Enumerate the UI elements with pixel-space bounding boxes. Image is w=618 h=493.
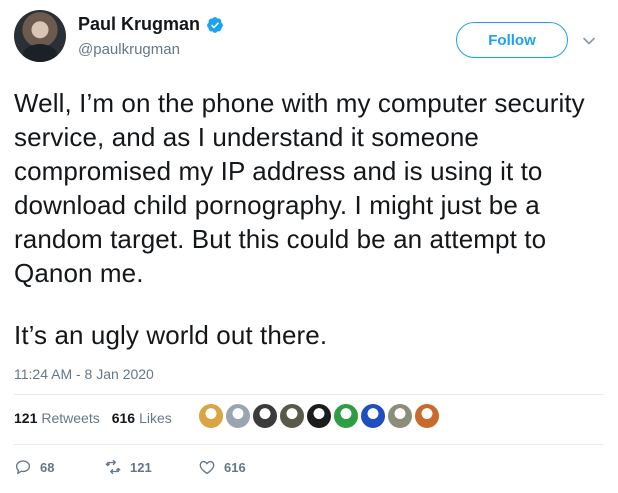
tweet-card: Paul Krugman @paulkrugman Follow Well, I… — [0, 0, 618, 493]
retweet-icon — [105, 459, 121, 475]
avatar-flower-icon[interactable] — [414, 403, 440, 429]
retweets-label: Retweets — [41, 410, 100, 426]
avatar-dog-icon[interactable] — [198, 403, 224, 429]
avatar-person-icon[interactable] — [252, 403, 278, 429]
verified-badge-icon — [206, 16, 224, 34]
like-count: 616 — [224, 459, 246, 475]
tweet-paragraph: Well, I’m on the phone with my computer … — [14, 88, 585, 288]
tweet-actions: 68 121 616 — [14, 458, 246, 476]
reply-button[interactable]: 68 — [14, 458, 90, 476]
avatar-building-icon[interactable] — [387, 403, 413, 429]
retweet-count: 121 — [130, 459, 152, 475]
chevron-down-icon[interactable] — [582, 34, 596, 48]
avatar-default-icon[interactable] — [225, 403, 251, 429]
tweet-text: Well, I’m on the phone with my computer … — [14, 86, 609, 352]
author-name-row: Paul Krugman — [78, 14, 224, 35]
likers-avatars — [198, 403, 441, 429]
likes-label: Likes — [139, 410, 172, 426]
avatar-person-icon[interactable] — [279, 403, 305, 429]
tweet-paragraph: It’s an ugly world out there. — [14, 320, 328, 350]
divider — [14, 444, 604, 445]
divider — [14, 394, 604, 395]
author-avatar[interactable] — [14, 10, 66, 62]
author-handle[interactable]: @paulkrugman — [78, 41, 180, 58]
reply-count: 68 — [40, 459, 55, 475]
retweets-stat[interactable]: 121 Retweets — [14, 410, 100, 426]
avatar-blue-icon[interactable] — [360, 403, 386, 429]
retweet-button[interactable]: 121 — [104, 458, 190, 476]
likes-count: 616 — [111, 410, 136, 426]
tweet-timestamp[interactable]: 11:24 AM - 8 Jan 2020 — [14, 366, 154, 382]
like-button[interactable]: 616 — [198, 458, 246, 476]
avatar-green-icon[interactable] — [333, 403, 359, 429]
likes-stat[interactable]: 616 Likes — [112, 410, 172, 426]
reply-icon — [15, 460, 31, 475]
author-display-name[interactable]: Paul Krugman — [78, 14, 200, 35]
avatar-silhouette-icon[interactable] — [306, 403, 332, 429]
engagement-stats: 121 Retweets 616 Likes — [14, 410, 172, 426]
heart-icon — [199, 460, 215, 475]
retweets-count: 121 — [14, 410, 38, 426]
follow-button[interactable]: Follow — [456, 22, 568, 58]
